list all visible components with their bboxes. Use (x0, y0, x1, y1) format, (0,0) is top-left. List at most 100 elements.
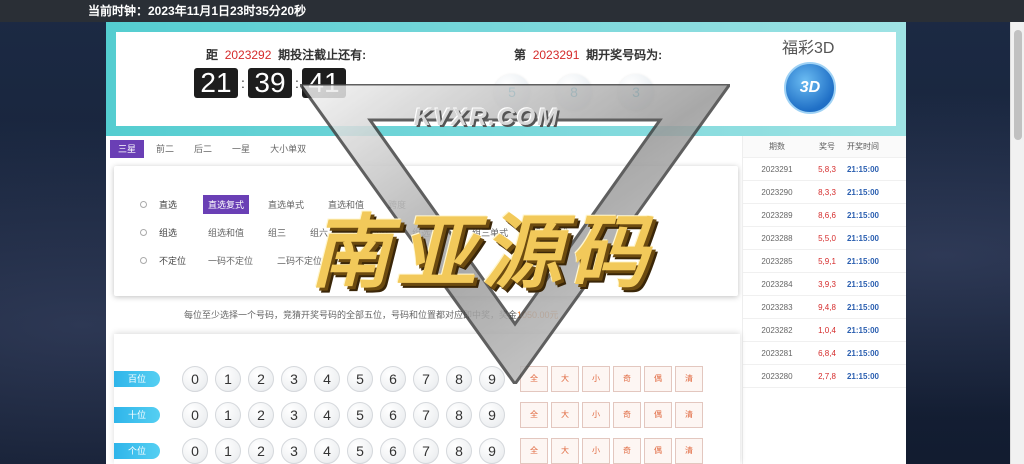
option-group-sum[interactable]: 组选和值 (203, 223, 249, 242)
quick-select-button[interactable]: 清 (675, 438, 703, 464)
quick-select-button[interactable]: 奇 (613, 402, 641, 428)
option-group-bile[interactable]: 组选包胆 (347, 223, 393, 242)
digit-ball-button[interactable]: 1 (215, 402, 241, 428)
digit-ball-button[interactable]: 3 (281, 438, 307, 464)
digit-ball-button[interactable]: 6 (380, 366, 406, 392)
quick-select-button[interactable]: 奇 (613, 438, 641, 464)
option-row-label: 不定位 (159, 255, 187, 266)
option-one-code[interactable]: 一码不定位 (203, 251, 258, 270)
digit-ball-button[interactable]: 2 (248, 402, 274, 428)
option-group-six[interactable]: 组六 (305, 223, 333, 242)
digit-ball-button[interactable]: 3 (281, 402, 307, 428)
digit-ball-button[interactable]: 4 (314, 438, 340, 464)
play-type-tabs: 三星 前二 后二 一星 大小单双 (110, 140, 318, 158)
history-time: 21:15:00 (846, 348, 880, 358)
quick-select-button[interactable]: 小 (582, 438, 610, 464)
digit-ball-button[interactable]: 1 (215, 366, 241, 392)
position-tag: 个位 (114, 443, 160, 459)
option-group-pack[interactable]: 组选包号 (407, 223, 453, 242)
option-radio-icon[interactable] (140, 228, 147, 236)
digit-ball-button[interactable]: 8 (446, 402, 472, 428)
quick-select-button[interactable]: 大 (551, 366, 579, 392)
page-scrollbar[interactable] (1010, 22, 1024, 464)
digit-ball-button[interactable]: 2 (248, 438, 274, 464)
history-row: 2023280 2,7,8 21:15:00 (743, 365, 906, 388)
history-rows: 2023291 5,8,3 21:15:00 2023290 8,3,3 21:15:00… (743, 158, 906, 388)
tab-big-small-odd-even[interactable]: 大小单双 (262, 140, 314, 158)
digit-ball-button[interactable]: 9 (479, 366, 505, 392)
history-numbers: 8,6,6 (818, 210, 836, 220)
digit-ball-button[interactable]: 0 (182, 438, 208, 464)
quick-select-button[interactable]: 偶 (644, 402, 672, 428)
history-time: 21:15:00 (846, 279, 880, 289)
tab-one-star[interactable]: 一星 (224, 140, 258, 158)
clock-bar: 当前时钟：2023年11月1日23时35分20秒 (0, 0, 1024, 22)
digit-ball-button[interactable]: 2 (248, 366, 274, 392)
current-clock: 当前时钟：2023年11月1日23时35分20秒 (88, 4, 307, 18)
quick-select-button[interactable]: 大 (551, 438, 579, 464)
option-span[interactable]: 跨度 (383, 195, 411, 214)
option-group-three[interactable]: 组三 (263, 223, 291, 242)
digit-ball-button[interactable]: 9 (479, 438, 505, 464)
history-numbers: 5,8,3 (818, 164, 836, 174)
option-two-code[interactable]: 二码不定位 (272, 251, 327, 270)
countdown-timer: 21 : 39 : 41 (194, 68, 346, 98)
history-row: 2023288 5,5,0 21:15:00 (743, 227, 906, 250)
last-draw-label: 第 2023291 期开奖号码为: (514, 46, 662, 63)
option-direct-sum[interactable]: 直选和值 (323, 195, 369, 214)
digit-ball-button[interactable]: 7 (413, 438, 439, 464)
digit-ball-button[interactable]: 4 (314, 402, 340, 428)
option-group-six-single[interactable]: 组六单式 (527, 223, 573, 242)
digit-ball-button[interactable]: 1 (215, 438, 241, 464)
option-direct-compound[interactable]: 直选复式 (203, 194, 250, 214)
tab-back-two[interactable]: 后二 (186, 140, 220, 158)
history-numbers: 6,8,4 (818, 348, 836, 358)
quick-select-button[interactable]: 全 (520, 366, 548, 392)
quick-select-button[interactable]: 偶 (644, 366, 672, 392)
quick-select-button[interactable]: 奇 (613, 366, 641, 392)
quick-select-button[interactable]: 小 (582, 402, 610, 428)
draw-header: 距 2023292 期投注截止还有: 21 : 39 : 41 第 202329… (106, 22, 906, 136)
quick-select-button[interactable]: 清 (675, 402, 703, 428)
digit-ball-button[interactable]: 5 (347, 402, 373, 428)
number-picker: 百位 0 1 2 3 4 5 6 7 8 9 全大小奇偶清十位 0 1 2 3 4 5 6 7 8 9 全大小奇偶清个位 0 1… (114, 334, 740, 464)
digit-ball-button[interactable]: 7 (413, 366, 439, 392)
history-issue: 2023281 (761, 348, 793, 358)
quick-select-button[interactable]: 清 (675, 366, 703, 392)
history-row: 2023281 6,8,4 21:15:00 (743, 342, 906, 365)
draw-history-table: 期数 奖号 开奖时间 2023291 5,8,3 21:15:00 2023290 8,… (742, 136, 906, 464)
digit-ball-button[interactable]: 6 (380, 402, 406, 428)
history-time: 21:15:00 (846, 256, 880, 266)
digit-ball-button[interactable]: 3 (281, 366, 307, 392)
tab-three-star[interactable]: 三星 (110, 140, 145, 158)
digit-ball-button[interactable]: 8 (446, 438, 472, 464)
digit-ball-button[interactable]: 4 (314, 366, 340, 392)
option-radio-icon[interactable] (140, 256, 147, 264)
scrollbar-thumb[interactable] (1014, 30, 1022, 140)
tab-front-two[interactable]: 前二 (148, 140, 182, 158)
quick-select-button[interactable]: 偶 (644, 438, 672, 464)
digit-ball-button[interactable]: 9 (479, 402, 505, 428)
option-row-label: 组选 (159, 227, 178, 238)
draw-issue: 2023291 (532, 48, 580, 62)
quick-select-button[interactable]: 大 (551, 402, 579, 428)
option-group-three-single[interactable]: 组三单式 (467, 223, 513, 242)
option-radio-icon[interactable] (140, 200, 147, 208)
brand-title: 福彩3D (782, 40, 835, 57)
digit-ball-button[interactable]: 8 (446, 366, 472, 392)
digit-ball-button[interactable]: 0 (182, 402, 208, 428)
option-direct-single[interactable]: 直选单式 (263, 195, 309, 214)
digit-ball-button[interactable]: 5 (347, 366, 373, 392)
option-row-group: 组选 组选和值 组三 组六 组选包胆 组选包号 组三单式 组六单式 (114, 222, 587, 242)
digit-ball-button[interactable]: 5 (347, 438, 373, 464)
history-numbers: 2,7,8 (818, 371, 836, 381)
digit-ball-button[interactable]: 7 (413, 402, 439, 428)
position-tag: 十位 (114, 407, 160, 423)
digit-ball-button[interactable]: 6 (380, 438, 406, 464)
quick-select-button[interactable]: 全 (520, 438, 548, 464)
history-numbers: 8,3,3 (818, 187, 836, 197)
quick-select-button[interactable]: 全 (520, 402, 548, 428)
draw-prefix: 第 (514, 48, 527, 62)
digit-ball-button[interactable]: 0 (182, 366, 208, 392)
quick-select-button[interactable]: 小 (582, 366, 610, 392)
